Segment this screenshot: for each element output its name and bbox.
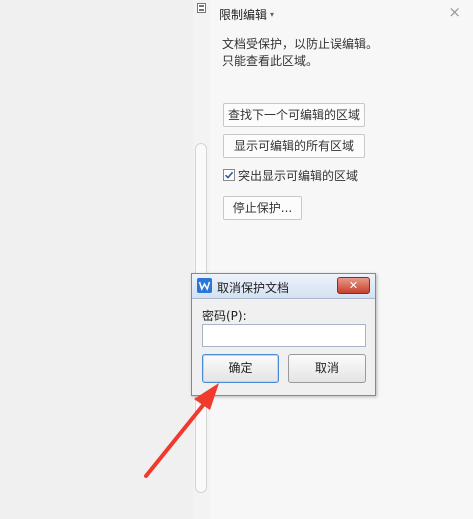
annotation-arrow-icon <box>144 383 219 478</box>
